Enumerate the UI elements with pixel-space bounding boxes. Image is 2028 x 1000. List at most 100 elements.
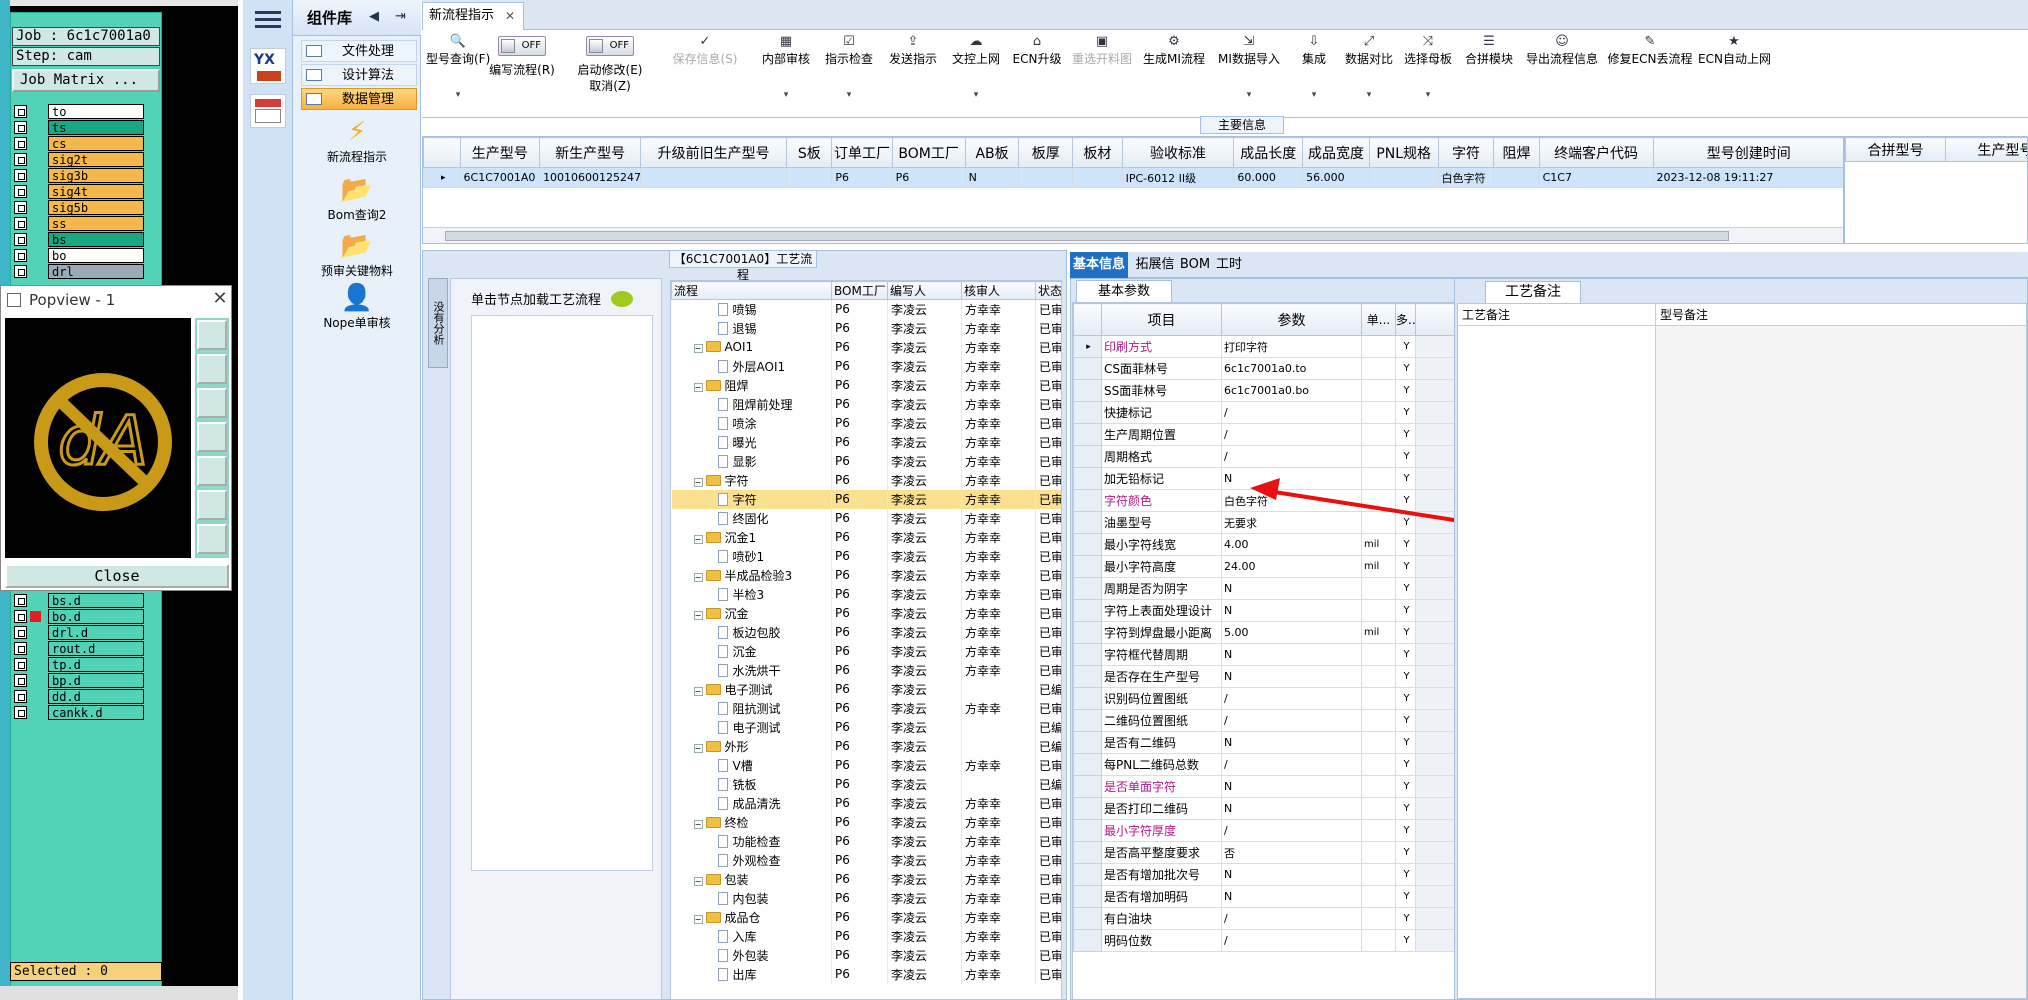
process-notes-column: 工艺备注 bbox=[1458, 304, 1656, 326]
layer-row[interactable]: ts bbox=[14, 120, 144, 135]
layer-checkbox[interactable] bbox=[14, 233, 27, 246]
layer-row[interactable]: drl bbox=[14, 264, 144, 279]
layer-row[interactable]: drl.d bbox=[14, 625, 144, 640]
popview-tool-5-icon[interactable] bbox=[197, 456, 227, 486]
list-icon bbox=[306, 69, 322, 81]
component-item-label: 设计算法 bbox=[342, 68, 395, 83]
component-tool-label: 新流程指示 bbox=[326, 150, 387, 164]
hamburger-menu-icon[interactable] bbox=[255, 8, 281, 30]
layer-checkbox[interactable] bbox=[14, 690, 27, 703]
svg-text:dA: dA bbox=[58, 402, 148, 481]
component-item-label: 文件处理 bbox=[342, 44, 395, 59]
layer-name: cankk.d bbox=[48, 705, 144, 720]
layer-name: sig5b bbox=[48, 200, 144, 215]
layer-row[interactable]: tp.d bbox=[14, 657, 144, 672]
layer-row[interactable]: bo.d bbox=[14, 609, 144, 624]
layer-checkbox[interactable] bbox=[14, 137, 27, 150]
layer-row[interactable]: sig2t bbox=[14, 152, 144, 167]
layer-row[interactable]: to bbox=[14, 104, 144, 119]
layer-name: bp.d bbox=[48, 673, 144, 688]
layer-checkbox[interactable] bbox=[14, 674, 27, 687]
component-item[interactable]: 数据管理 bbox=[301, 88, 417, 110]
folder-icon: 📂 bbox=[340, 175, 374, 205]
popview-tool-6-icon[interactable] bbox=[197, 490, 227, 520]
layer-name: bo.d bbox=[48, 609, 144, 624]
popview-tool-3-icon[interactable] bbox=[197, 388, 227, 418]
component-tool-label: 预审关键物料 bbox=[320, 264, 393, 278]
lightning-icon: ⚡ bbox=[347, 117, 367, 147]
app-logo-icon[interactable]: YX bbox=[250, 48, 286, 84]
popview-title-text: Popview - 1 bbox=[29, 291, 116, 309]
popview-close-icon[interactable]: ✕ bbox=[209, 288, 231, 310]
layer-name: rout.d bbox=[48, 641, 144, 656]
layer-checkbox[interactable] bbox=[14, 658, 27, 671]
layer-row[interactable]: dd.d bbox=[14, 689, 144, 704]
component-tool[interactable]: ⚡ 新流程指示 bbox=[293, 116, 421, 165]
layer-checkbox[interactable] bbox=[14, 706, 27, 719]
process-notes-body[interactable] bbox=[1458, 326, 1656, 998]
popview-tool-7-icon[interactable] bbox=[197, 524, 227, 554]
layer-checkbox[interactable] bbox=[14, 265, 27, 278]
tab-process-notes[interactable]: 工艺备注 bbox=[1485, 281, 1581, 303]
popview-tool-2-icon[interactable] bbox=[197, 354, 227, 384]
layer-row[interactable]: sig4t bbox=[14, 184, 144, 199]
layer-name: sig2t bbox=[48, 152, 144, 167]
component-tool[interactable]: 👤 Nope单审核 bbox=[293, 282, 421, 331]
model-notes-body[interactable] bbox=[1656, 326, 2026, 998]
component-item[interactable]: 设计算法 bbox=[301, 64, 417, 86]
component-tool[interactable]: 📂 Bom查询2 bbox=[293, 174, 421, 223]
layer-row[interactable]: cankk.d bbox=[14, 705, 144, 720]
layer-name: dd.d bbox=[48, 689, 144, 704]
layer-marker-icon bbox=[30, 611, 41, 622]
user-icon: 👤 bbox=[340, 283, 374, 313]
layer-checkbox[interactable] bbox=[14, 105, 27, 118]
layer-row[interactable]: rout.d bbox=[14, 641, 144, 656]
collapse-left-icon[interactable]: ◀ bbox=[369, 9, 379, 24]
component-library-panel: 组件库 ◀ ⇥ 文件处理 设计算法 数据管理 ⚡ 新流程指示 📂 Bom查询2 📂 预审关键物… bbox=[293, 0, 421, 1000]
layer-name: bo bbox=[48, 248, 144, 263]
layer-checkbox[interactable] bbox=[14, 626, 27, 639]
popview-title: Popview - 1 bbox=[1, 286, 231, 314]
pin-panel-icon[interactable]: ⇥ bbox=[395, 9, 406, 24]
cam-bottom-bar bbox=[0, 986, 238, 1000]
layer-checkbox[interactable] bbox=[14, 121, 27, 134]
logo-text: YX bbox=[254, 52, 275, 68]
selected-count: Selected : 0 bbox=[10, 962, 162, 981]
layer-row[interactable]: sig5b bbox=[14, 200, 144, 215]
layer-name: sig3b bbox=[48, 168, 144, 183]
layer-row[interactable]: sig3b bbox=[14, 168, 144, 183]
list-icon bbox=[306, 45, 322, 57]
layer-checkbox[interactable] bbox=[14, 153, 27, 166]
popview-canvas[interactable]: dA bbox=[5, 318, 191, 558]
layer-row[interactable]: bp.d bbox=[14, 673, 144, 688]
layer-name: tp.d bbox=[48, 657, 144, 672]
layer-row[interactable]: bo bbox=[14, 248, 144, 263]
layer-checkbox[interactable] bbox=[14, 594, 27, 607]
calendar-app-icon[interactable] bbox=[250, 94, 286, 128]
layer-checkbox[interactable] bbox=[14, 642, 27, 655]
layer-row[interactable]: bs bbox=[14, 232, 144, 247]
folder-icon: 📂 bbox=[340, 231, 374, 261]
layer-checkbox[interactable] bbox=[14, 169, 27, 182]
app-nav-bar: YX bbox=[243, 0, 293, 1000]
layer-row[interactable]: bs.d bbox=[14, 593, 144, 608]
layer-checkbox[interactable] bbox=[14, 185, 27, 198]
layer-checkbox[interactable] bbox=[14, 249, 27, 262]
step-label: Step: cam bbox=[12, 47, 160, 66]
layer-row[interactable]: ss bbox=[14, 216, 144, 231]
component-tool[interactable]: 📂 预审关键物料 bbox=[293, 230, 421, 279]
popview-tool-1-icon[interactable] bbox=[197, 320, 227, 350]
job-matrix-button[interactable]: Job Matrix ... bbox=[12, 69, 160, 92]
layer-name: drl bbox=[48, 264, 144, 279]
layer-name: drl.d bbox=[48, 625, 144, 640]
layer-checkbox[interactable] bbox=[14, 610, 27, 623]
component-library-title: 组件库 bbox=[307, 9, 353, 27]
layer-row[interactable]: cs bbox=[14, 136, 144, 151]
component-item[interactable]: 文件处理 bbox=[301, 40, 417, 62]
layer-checkbox[interactable] bbox=[14, 217, 27, 230]
popview-tool-4-icon[interactable] bbox=[197, 422, 227, 452]
layer-checkbox[interactable] bbox=[14, 201, 27, 214]
popview-close-button[interactable]: Close bbox=[5, 564, 229, 588]
layer-name: ss bbox=[48, 216, 144, 231]
layer-name: cs bbox=[48, 136, 144, 151]
